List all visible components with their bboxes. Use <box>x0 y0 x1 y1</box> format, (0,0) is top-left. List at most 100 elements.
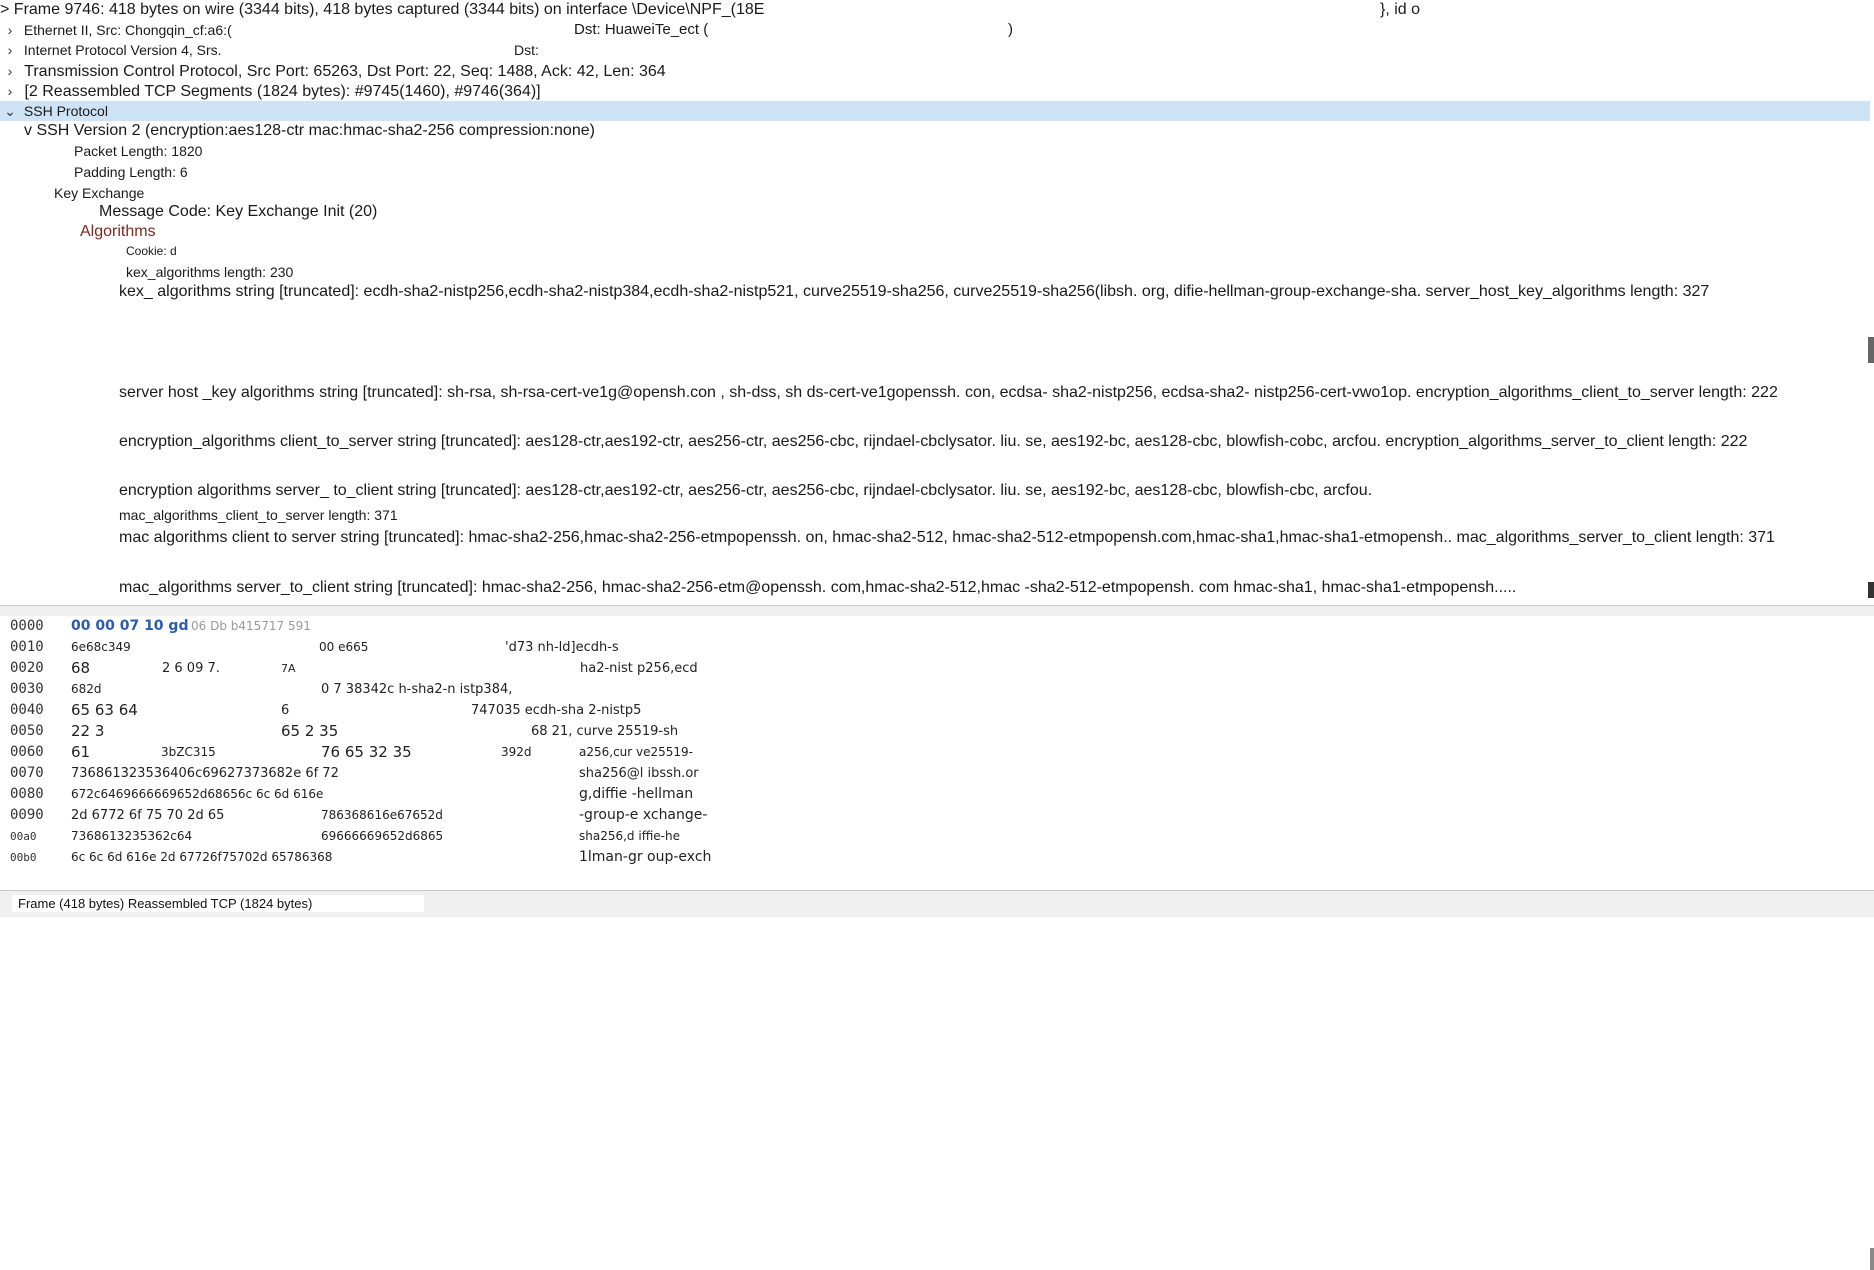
hex-ascii[interactable]: 'd73 nh-ld]ecdh-s <box>505 637 619 658</box>
hex-ascii[interactable]: 1lman-gr oup-exch <box>579 847 711 868</box>
hex-row[interactable]: 00b0 6c 6c 6d 616e 2d 67726f75702d 65786… <box>0 847 1874 868</box>
ssh-version-label: v SSH Version 2 (encryption:aes128-ctr m… <box>24 122 595 139</box>
hex-bytes[interactable]: 786368616e67652d <box>321 805 443 826</box>
hex-row[interactable]: 0000 00 00 07 10 gd 06 Db b415717 591 <box>0 616 1874 637</box>
packet-length-label: Packet Length: 1820 <box>74 143 203 159</box>
key-exchange-label: Key Exchange <box>54 185 145 201</box>
collapse-arrow-icon[interactable]: ⌄ <box>0 101 20 121</box>
hex-bytes[interactable]: 392d <box>501 742 532 763</box>
tree-row-kex-string[interactable]: kex_ algorithms string [truncated]: ecdh… <box>119 281 1864 302</box>
tree-row-padding-length[interactable]: Padding Length: 6 <box>74 162 188 182</box>
tree-row-hostkey-string[interactable]: server host _key algorithms string [trun… <box>119 382 1874 403</box>
hex-bytes-highlighted[interactable]: 00 00 07 10 gd <box>71 616 188 637</box>
expand-arrow-icon[interactable]: › <box>0 20 20 40</box>
tcp-summary: Transmission Control Protocol, Src Port:… <box>24 63 666 80</box>
hex-ascii[interactable]: sha256@l ibssh.or <box>579 763 699 784</box>
hostkey-string-label: server host _key algorithms string [trun… <box>119 384 1778 401</box>
hex-offset: 0070 <box>10 765 44 781</box>
ethernet-close: ) <box>1008 21 1013 38</box>
hex-offset: 00a0 <box>10 830 37 843</box>
hex-bytes[interactable]: 3bZC315 <box>161 742 216 763</box>
hex-bytes[interactable]: 0 7 38342c h-sha2-n istp384, <box>321 679 512 700</box>
hex-offset: 0090 <box>10 807 44 823</box>
tree-row-mac-s2c-string[interactable]: mac_algorithms server_to_client string [… <box>119 578 1516 598</box>
detail-scrollbar-thumb[interactable] <box>1868 337 1874 363</box>
tree-row-kex-length[interactable]: kex_algorithms length: 230 <box>126 262 293 282</box>
hex-scrollbar-thumb[interactable] <box>1870 1248 1874 1270</box>
tree-row-key-exchange[interactable]: Key Exchange <box>54 183 144 203</box>
packet-detail-pane[interactable]: > Frame 9746: 418 bytes on wire (3344 bi… <box>0 0 1874 605</box>
hex-offset: 0000 <box>10 618 44 634</box>
hex-bytes[interactable]: 00 e665 <box>319 637 368 658</box>
message-code-label: Message Code: Key Exchange Init (20) <box>99 203 378 220</box>
hex-row[interactable]: 00a0 7368613235362c64 69666669652d6865 s… <box>0 826 1874 847</box>
tree-row-cookie[interactable]: Cookie: d <box>126 241 177 261</box>
status-text[interactable]: Frame (418 bytes) Reassembled TCP (1824 … <box>12 895 424 912</box>
hex-bytes[interactable]: 76 65 32 35 <box>321 742 412 763</box>
tree-row-mac-c2s-length[interactable]: mac_algorithms_client_to_server length: … <box>119 505 398 525</box>
hex-bytes[interactable]: 2d 6772 6f 75 70 2d 65 <box>71 805 224 826</box>
hex-ascii[interactable]: g,diffie -hellman <box>579 784 693 805</box>
tree-row-ip[interactable]: › Internet Protocol Version 4, Srs. Dst: <box>0 40 539 60</box>
hex-bytes[interactable]: 672c6469666669652d68656c 6c 6d 616e <box>71 784 323 805</box>
tree-row-packet-length[interactable]: Packet Length: 1820 <box>74 141 202 161</box>
hex-bytes[interactable]: 68 21, curve 25519-sh <box>531 721 678 742</box>
hex-ascii[interactable]: ha2-nist p256,ecd <box>580 658 698 679</box>
hex-bytes[interactable]: 747035 ecdh-sha 2-nistp5 <box>471 700 641 721</box>
hex-ascii[interactable]: sha256,d iffie-he <box>579 826 680 847</box>
tree-row-enc-s2c-string[interactable]: encryption algorithms server_ to_client … <box>119 481 1372 501</box>
hex-offset: 0050 <box>10 723 44 739</box>
detail-scrollbar-marker[interactable] <box>1868 582 1874 598</box>
tree-row-mac-c2s-string[interactable]: mac algorithms client to server string [… <box>119 527 1874 548</box>
hex-bytes[interactable]: 61 <box>71 742 90 763</box>
hex-bytes[interactable]: 6 <box>281 700 289 721</box>
mac-c2s-string-label: mac algorithms client to server string [… <box>119 529 1775 546</box>
hex-offset: 0040 <box>10 702 44 718</box>
hex-row[interactable]: 0080 672c6469666669652d68656c 6c 6d 616e… <box>0 784 1874 805</box>
hex-bytes[interactable]: 6c 6c 6d 616e 2d 67726f75702d 65786368 <box>71 847 332 868</box>
hex-bytes[interactable]: 736861323536406c69627373682e 6f 72 <box>71 763 339 784</box>
hex-bytes[interactable]: 65 63 64 <box>71 700 138 721</box>
tree-row-ssh-version[interactable]: v SSH Version 2 (encryption:aes128-ctr m… <box>24 121 595 141</box>
hex-ascii[interactable]: a256,cur ve25519- <box>579 742 693 763</box>
hex-bytes[interactable]: 7368613235362c64 <box>71 826 192 847</box>
expand-arrow-icon[interactable]: › <box>0 40 20 60</box>
tree-row-enc-c2s-string[interactable]: encryption_algorithms client_to_server s… <box>119 431 1874 452</box>
hex-row[interactable]: 0030 682d 0 7 38342c h-sha2-n istp384, <box>0 679 1874 700</box>
ip-dst: Dst: <box>514 42 539 58</box>
hex-bytes[interactable]: 2 6 09 7. <box>162 658 220 679</box>
expand-arrow-icon[interactable]: › <box>0 61 20 81</box>
cookie-label: Cookie: d <box>126 244 177 258</box>
hex-ascii[interactable]: -group-e xchange- <box>579 805 707 826</box>
hex-bytes[interactable]: 22 3 <box>71 721 104 742</box>
hex-dump-pane[interactable]: 0000 00 00 07 10 gd 06 Db b415717 591 00… <box>0 616 1874 1270</box>
hex-row[interactable]: 0040 65 63 64 6 747035 ecdh-sha 2-nistp5 <box>0 700 1874 721</box>
hex-row[interactable]: 0070 736861323536406c69627373682e 6f 72 … <box>0 763 1874 784</box>
tree-row-ethernet[interactable]: › Ethernet II, Src: Chongqin_cf:a6:( Dst… <box>0 20 1013 40</box>
hex-offset: 0030 <box>10 681 44 697</box>
hex-row[interactable]: 0090 2d 6772 6f 75 70 2d 65 786368616e67… <box>0 805 1874 826</box>
hex-bytes[interactable]: 6e68c349 <box>71 637 131 658</box>
tree-row-reassembled[interactable]: › [2 Reassembled TCP Segments (1824 byte… <box>0 81 541 102</box>
hex-row[interactable]: 0010 6e68c349 00 e665 'd73 nh-ld]ecdh-s <box>0 637 1874 658</box>
expand-arrow-icon[interactable]: > <box>0 1 9 18</box>
tree-row-tcp[interactable]: › Transmission Control Protocol, Src Por… <box>0 61 666 82</box>
hex-bytes[interactable]: 68 <box>71 658 90 679</box>
hex-bytes[interactable]: 06 Db b415717 591 <box>191 616 311 637</box>
tree-row-frame[interactable]: > Frame 9746: 418 bytes on wire (3344 bi… <box>0 0 1420 20</box>
tree-row-algorithms[interactable]: Algorithms <box>80 222 156 242</box>
hex-row[interactable]: 0020 68 2 6 09 7. 7A ha2-nist p256,ecd <box>0 658 1874 679</box>
hex-bytes[interactable]: 7A <box>281 658 296 679</box>
tree-row-ssh[interactable]: ⌄ SSH Protocol <box>0 101 1870 121</box>
tree-row-message-code[interactable]: Message Code: Key Exchange Init (20) <box>99 202 377 222</box>
hex-bytes[interactable]: 65 2 35 <box>281 721 338 742</box>
hex-offset: 0010 <box>10 639 44 655</box>
hex-bytes[interactable]: 682d <box>71 679 102 700</box>
expand-arrow-icon[interactable]: › <box>0 81 20 101</box>
kex-length-label: kex_algorithms length: 230 <box>126 264 294 280</box>
hex-row[interactable]: 0050 22 3 65 2 35 68 21, curve 25519-sh <box>0 721 1874 742</box>
kex-string-label: kex_ algorithms string [truncated]: ecdh… <box>119 283 1710 300</box>
hex-row[interactable]: 0060 61 3bZC315 76 65 32 35 392d a256,cu… <box>0 742 1874 763</box>
hex-bytes[interactable]: 69666669652d6865 <box>321 826 443 847</box>
hex-offset: 0060 <box>10 744 44 760</box>
